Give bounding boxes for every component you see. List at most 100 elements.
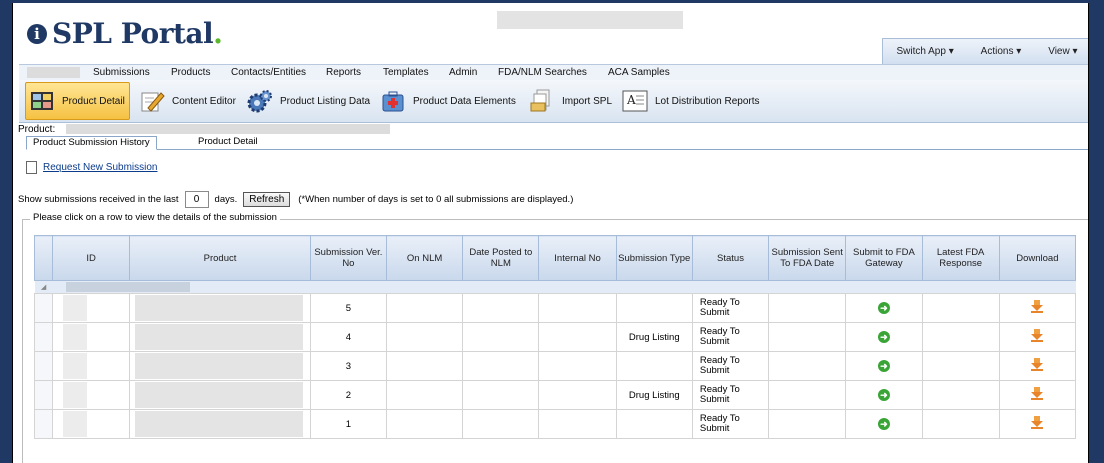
download-icon[interactable]: [1031, 416, 1044, 429]
lot-distribution-reports-button[interactable]: A Lot Distribution Reports: [622, 82, 760, 120]
redacted-id: [63, 382, 88, 408]
download-cell: [998, 351, 1077, 381]
date-posted-cell: [462, 380, 540, 410]
internal-no-cell: [538, 380, 617, 410]
product-detail-button[interactable]: Product Detail: [25, 82, 130, 120]
submit-gateway-cell: ➜: [845, 351, 923, 381]
group-row[interactable]: ◢: [34, 280, 1076, 294]
sent-date-cell: [768, 409, 847, 439]
submit-gateway-cell: ➜: [845, 293, 923, 323]
download-icon[interactable]: [1031, 329, 1044, 342]
tab-product-submission-history[interactable]: Product Submission History: [26, 136, 157, 150]
fda-response-cell: [921, 351, 1000, 381]
fieldset-legend: Please click on a row to view the detail…: [30, 212, 280, 223]
redacted-product: [135, 324, 304, 350]
product-data-elements-button[interactable]: Product Data Elements: [380, 82, 516, 120]
col-on-nlm[interactable]: On NLM: [385, 235, 464, 281]
col-status[interactable]: Status: [691, 235, 770, 281]
download-icon[interactable]: [1031, 358, 1044, 371]
table-row[interactable]: 2 Drug Listing Ready To Submit ➜: [33, 380, 1077, 410]
import-spl-label: Import SPL: [562, 95, 613, 107]
product-cell: [129, 409, 311, 439]
menu-aca-samples[interactable]: ACA Samples: [608, 67, 670, 78]
menu-templates[interactable]: Templates: [383, 67, 429, 78]
menu-fda-nlm-searches[interactable]: FDA/NLM Searches: [498, 67, 587, 78]
view-menu[interactable]: View: [1048, 46, 1077, 57]
group-expand-icon[interactable]: ◢: [34, 280, 53, 294]
on-nlm-cell: [385, 351, 464, 381]
table-row[interactable]: 3 Ready To Submit ➜: [33, 351, 1077, 381]
fda-response-cell: [921, 380, 1000, 410]
col-latest-fda-response[interactable]: Latest FDA Response: [921, 235, 1000, 281]
col-date-posted-to-nlm[interactable]: Date Posted to NLM: [462, 235, 540, 281]
col-id[interactable]: ID: [52, 235, 131, 281]
submit-arrow-icon[interactable]: ➜: [877, 360, 890, 372]
tab-strip: Product Submission History Product Detai…: [26, 136, 1088, 150]
days-input[interactable]: 0: [184, 191, 209, 208]
col-submission-sent-date[interactable]: Submission Sent To FDA Date: [768, 235, 847, 281]
tab-product-detail[interactable]: Product Detail: [192, 136, 264, 148]
submit-arrow-icon[interactable]: ➜: [877, 389, 890, 401]
id-cell: [52, 322, 131, 352]
report-icon: A: [622, 89, 648, 113]
submit-arrow-icon[interactable]: ➜: [877, 302, 890, 314]
product-detail-icon: [29, 89, 55, 113]
table-row[interactable]: 1 Ready To Submit ➜: [33, 409, 1077, 439]
menu-admin[interactable]: Admin: [449, 67, 477, 78]
svg-text:A: A: [626, 93, 636, 107]
submit-arrow-icon[interactable]: ➜: [877, 418, 890, 430]
ver-cell: 5: [309, 293, 388, 323]
internal-no-cell: [538, 351, 617, 381]
date-posted-cell: [462, 322, 540, 352]
table-row[interactable]: 4 Drug Listing Ready To Submit ➜: [33, 322, 1077, 352]
switch-app-menu[interactable]: Switch App: [896, 46, 953, 57]
product-cell: [129, 351, 311, 381]
pencil-icon: [139, 89, 165, 113]
redacted-id: [63, 353, 88, 379]
filter-prefix: Show submissions received in the last: [18, 194, 179, 205]
download-icon[interactable]: [1031, 387, 1044, 400]
download-cell: [998, 380, 1077, 410]
info-icon: i: [27, 23, 47, 44]
internal-no-cell: [538, 293, 617, 323]
request-new-submission-link[interactable]: Request New Submission: [43, 162, 158, 173]
id-cell: [52, 293, 131, 323]
table-row[interactable]: 5 Ready To Submit ➜: [33, 293, 1077, 323]
redacted-menu-item: [27, 67, 80, 78]
submit-arrow-icon[interactable]: ➜: [877, 331, 890, 343]
toolbar: Product Detail Content Editor Product Li…: [19, 80, 1088, 123]
filter-note: (*When number of days is set to 0 all su…: [298, 194, 574, 205]
import-spl-button[interactable]: Import SPL: [529, 82, 612, 120]
menu-submissions[interactable]: Submissions: [93, 67, 150, 78]
refresh-button[interactable]: Refresh: [243, 192, 291, 207]
redacted-header: [497, 11, 683, 29]
ver-cell: 4: [309, 322, 388, 352]
content-editor-button[interactable]: Content Editor: [139, 82, 236, 120]
product-detail-label: Product Detail: [62, 95, 125, 107]
on-nlm-cell: [385, 380, 464, 410]
sent-date-cell: [768, 351, 847, 381]
actions-menu[interactable]: Actions: [981, 46, 1022, 57]
col-internal-no[interactable]: Internal No: [538, 235, 617, 281]
menu-contacts-entities[interactable]: Contacts/Entities: [231, 67, 306, 78]
request-new-submission: Request New Submission: [26, 161, 158, 174]
redacted-product-name: [66, 124, 390, 134]
status-cell: Ready To Submit: [691, 351, 770, 381]
download-icon[interactable]: [1031, 300, 1044, 313]
menu-products[interactable]: Products: [171, 67, 210, 78]
menu-reports[interactable]: Reports: [326, 67, 361, 78]
download-cell: [998, 409, 1077, 439]
col-product[interactable]: Product: [129, 235, 311, 281]
col-submit-to-fda-gateway[interactable]: Submit to FDA Gateway: [845, 235, 923, 281]
status-cell: Ready To Submit: [691, 322, 770, 352]
medical-kit-icon: [380, 89, 406, 113]
date-posted-cell: [462, 409, 540, 439]
submit-gateway-cell: ➜: [845, 322, 923, 352]
ver-cell: 2: [309, 380, 388, 410]
ver-cell: 3: [309, 351, 388, 381]
product-listing-data-button[interactable]: Product Listing Data: [247, 82, 370, 120]
col-submission-type[interactable]: Submission Type: [615, 235, 693, 281]
id-cell: [52, 380, 131, 410]
col-submission-ver-no[interactable]: Submission Ver. No: [309, 235, 388, 281]
col-download[interactable]: Download: [998, 235, 1077, 281]
